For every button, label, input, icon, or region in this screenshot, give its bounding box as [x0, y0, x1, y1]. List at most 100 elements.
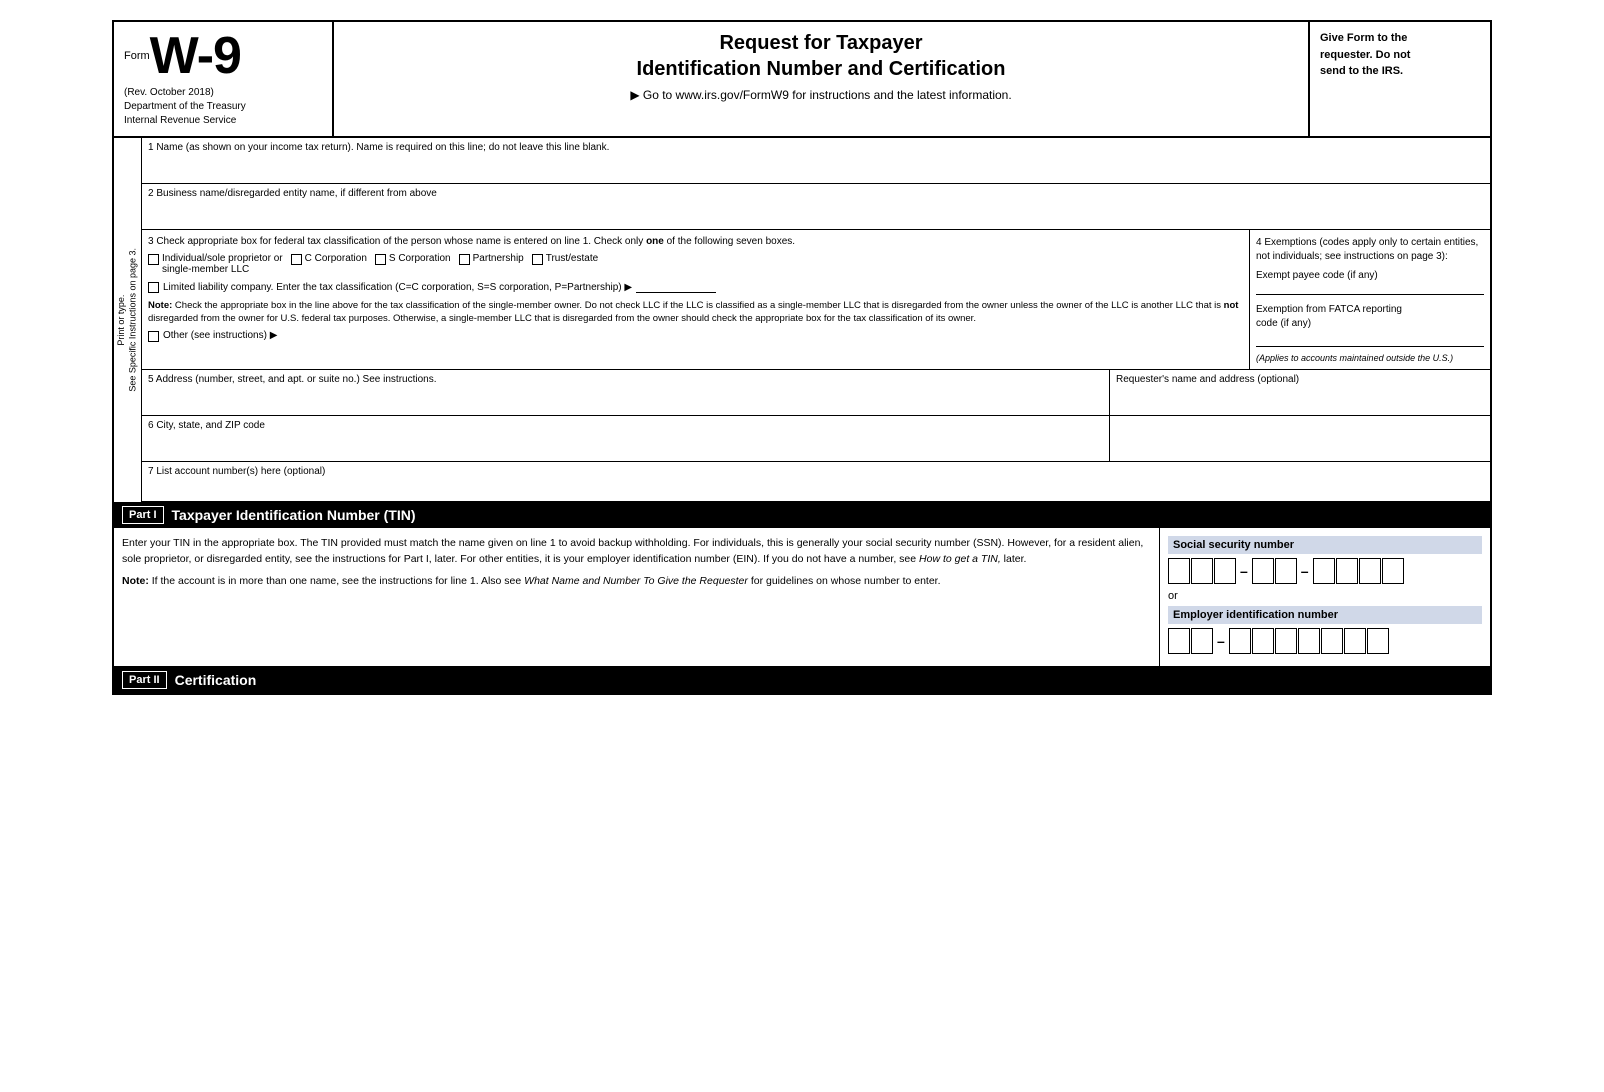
part1-text: Enter your TIN in the appropriate box. T… — [122, 536, 1151, 568]
line1-row: 1 Name (as shown on your income tax retu… — [142, 138, 1490, 184]
check-s-corp-item: S Corporation — [375, 253, 451, 265]
line2-input[interactable] — [142, 201, 1490, 229]
line6-field: 6 City, state, and ZIP code — [142, 416, 1110, 461]
check-s-corp-box[interactable] — [375, 254, 386, 265]
ein-label: Employer identification number — [1168, 606, 1482, 624]
check-other-label: Other (see instructions) ▶ — [163, 330, 277, 341]
ssn-cell-7[interactable] — [1336, 558, 1358, 584]
ssn-cell-3[interactable] — [1214, 558, 1236, 584]
line6-label: 6 City, state, and ZIP code — [148, 420, 1103, 431]
ssn-dash-2: – — [1299, 563, 1311, 579]
header-right: Give Form to the requester. Do not send … — [1310, 22, 1490, 136]
what-name: What Name and Number To Give the Request… — [524, 575, 748, 587]
part1-title: Taxpayer Identification Number (TIN) — [172, 507, 416, 523]
ein-cell-2[interactable] — [1191, 628, 1213, 654]
ssn-cell-6[interactable] — [1313, 558, 1335, 584]
ein-cell-6[interactable] — [1298, 628, 1320, 654]
header-center: Request for Taxpayer Identification Numb… — [334, 22, 1310, 136]
check-trust-label: Trust/estate — [546, 253, 598, 264]
check-c-corp-box[interactable] — [291, 254, 302, 265]
ssn-group3 — [1313, 558, 1404, 584]
ein-cell-7[interactable] — [1321, 628, 1343, 654]
ssn-cell-5[interactable] — [1275, 558, 1297, 584]
row34: 3 Check appropriate box for federal tax … — [142, 230, 1490, 370]
right-text-1: Give Form to the — [1320, 30, 1480, 47]
rev-date: (Rev. October 2018) — [124, 86, 322, 100]
ein-group1 — [1168, 628, 1213, 654]
ssn-label: Social security number — [1168, 536, 1482, 554]
check-other-box[interactable] — [148, 331, 159, 342]
other-row: Other (see instructions) ▶ — [148, 330, 1243, 342]
line7-row: 7 List account number(s) here (optional) — [142, 462, 1490, 502]
ssn-cell-2[interactable] — [1191, 558, 1213, 584]
note-text1: Check the appropriate box in the line ab… — [175, 300, 1221, 311]
sideways-see: See Specific Instructions on page 3. — [128, 248, 138, 392]
form-label: Form — [124, 50, 150, 62]
check-c-corp-label: C Corporation — [305, 253, 367, 264]
part1-box: Part I — [122, 506, 164, 524]
check-s-corp-label: S Corporation — [389, 253, 451, 264]
or-text: or — [1168, 590, 1482, 602]
ssn-cell-8[interactable] — [1359, 558, 1381, 584]
irs-service: Internal Revenue Service — [124, 114, 322, 128]
form-header: Form W-9 (Rev. October 2018) Department … — [114, 22, 1490, 138]
ein-cell-4[interactable] — [1252, 628, 1274, 654]
row3: 3 Check appropriate box for federal tax … — [142, 230, 1250, 369]
ssn-cell-1[interactable] — [1168, 558, 1190, 584]
sideways-labels: Print or type. See Specific Instructions… — [114, 138, 142, 502]
ein-dash: – — [1215, 633, 1227, 649]
check-llc-box[interactable] — [148, 282, 159, 293]
ssn-cell-9[interactable] — [1382, 558, 1404, 584]
part1-header: Part I Taxpayer Identification Number (T… — [114, 502, 1490, 528]
line2-label: 2 Business name/disregarded entity name,… — [142, 184, 1490, 201]
line4-label: 4 Exemptions (codes apply only to certai… — [1256, 236, 1484, 264]
line5-field: 5 Address (number, street, and apt. or s… — [142, 370, 1110, 415]
line2-row: 2 Business name/disregarded entity name,… — [142, 184, 1490, 230]
requester-field: Requester's name and address (optional) — [1110, 370, 1490, 415]
form-fields: 1 Name (as shown on your income tax retu… — [142, 138, 1490, 502]
requester-addr-2[interactable] — [1110, 416, 1490, 461]
part2-box: Part II — [122, 671, 167, 689]
line6-input[interactable] — [148, 431, 1103, 457]
ein-cell-1[interactable] — [1168, 628, 1190, 654]
form-body: Print or type. See Specific Instructions… — [114, 138, 1490, 502]
note-label: Note: — [148, 300, 172, 311]
ssn-dash-1: – — [1238, 563, 1250, 579]
check-individual-label: Individual/sole proprietor orsingle-memb… — [162, 253, 283, 275]
requester-input[interactable] — [1116, 385, 1484, 411]
line5-input[interactable] — [148, 385, 1103, 411]
row5-row: 5 Address (number, street, and apt. or s… — [142, 370, 1490, 416]
requester-label: Requester's name and address (optional) — [1116, 374, 1484, 385]
part1-note-label: Note: — [122, 575, 149, 587]
title-line2: Identification Number and Certification — [344, 56, 1298, 82]
exempt-payee-label: Exempt payee code (if any) — [1256, 270, 1484, 281]
check-individual-item: Individual/sole proprietor orsingle-memb… — [148, 253, 283, 275]
fatca-input[interactable] — [1256, 333, 1484, 347]
ein-cell-8[interactable] — [1344, 628, 1366, 654]
ssn-group2 — [1252, 558, 1297, 584]
line1-input[interactable] — [142, 155, 1490, 183]
llc-text: Limited liability company. Enter the tax… — [163, 282, 632, 293]
ssn-cell-4[interactable] — [1252, 558, 1274, 584]
check-trust-item: Trust/estate — [532, 253, 598, 265]
right-text-3: send to the IRS. — [1320, 63, 1480, 80]
ein-cell-3[interactable] — [1229, 628, 1251, 654]
ssn-group1 — [1168, 558, 1236, 584]
exempt-payee-input[interactable] — [1256, 281, 1484, 295]
check-trust-box[interactable] — [532, 254, 543, 265]
title-line1: Request for Taxpayer — [344, 30, 1298, 56]
ein-cell-9[interactable] — [1367, 628, 1389, 654]
part2-title: Certification — [175, 672, 257, 688]
line7-input[interactable] — [148, 477, 1484, 497]
line3-label: 3 Check appropriate box for federal tax … — [148, 236, 1243, 247]
part1-body: Enter your TIN in the appropriate box. T… — [114, 528, 1490, 667]
llc-input[interactable] — [636, 281, 716, 293]
fatca-note: (Applies to accounts maintained outside … — [1256, 353, 1484, 363]
check-partnership-box[interactable] — [459, 254, 470, 265]
line5-label: 5 Address (number, street, and apt. or s… — [148, 374, 1103, 385]
check-individual-box[interactable] — [148, 254, 159, 265]
check-partnership-item: Partnership — [459, 253, 524, 265]
sideways-print: Print or type. — [116, 294, 126, 345]
ein-cell-5[interactable] — [1275, 628, 1297, 654]
part1-instructions: Enter your TIN in the appropriate box. T… — [114, 528, 1160, 666]
